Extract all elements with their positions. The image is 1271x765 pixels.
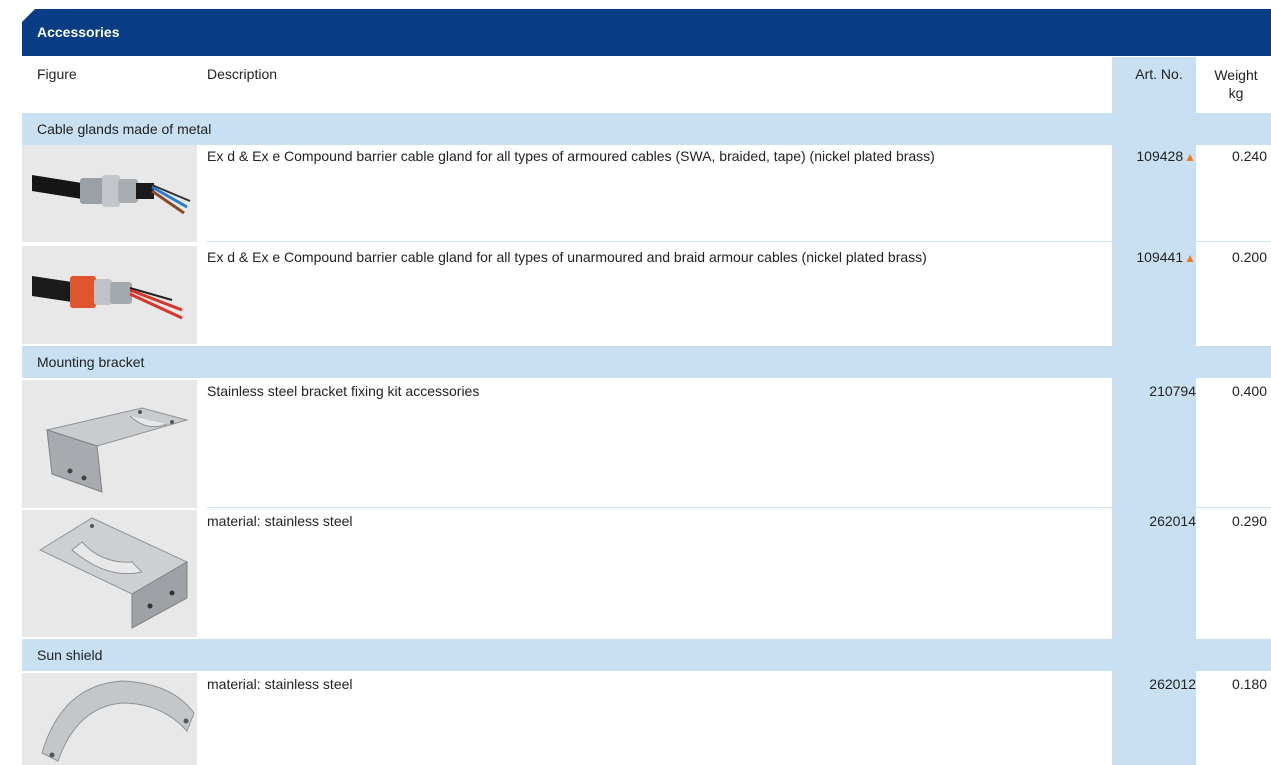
- row-weight: 0.290: [1231, 513, 1267, 529]
- col-weight-label: Weight: [1214, 67, 1258, 83]
- section-sun-shield: Sun shield: [22, 639, 1271, 671]
- cable-gland-armoured-icon: [22, 145, 197, 242]
- mounting-bracket-icon: [22, 380, 197, 508]
- art-no-value: 109441: [1136, 249, 1184, 265]
- section-mounting-bracket: Mounting bracket: [22, 346, 1271, 378]
- table-header-bar: Accessories: [21, 9, 1271, 56]
- row-description: material: stainless steel: [207, 513, 353, 529]
- row-weight: 0.200: [1231, 249, 1267, 265]
- cable-gland-unarmoured-icon: [22, 246, 197, 344]
- row-art-no: 262012: [1149, 676, 1196, 692]
- col-weight: Weight kg: [1205, 66, 1267, 102]
- table-row: material: stainless steel 262012 0.180: [22, 673, 1271, 765]
- row-divider: [207, 241, 1271, 242]
- row-description: Ex d & Ex e Compound barrier cable gland…: [207, 249, 927, 265]
- table-title: Accessories: [37, 24, 120, 40]
- table-row: Ex d & Ex e Compound barrier cable gland…: [22, 246, 1271, 344]
- section-title: Mounting bracket: [37, 354, 145, 370]
- art-no-value: 109428: [1136, 148, 1184, 164]
- row-art-no: 262014: [1149, 513, 1196, 529]
- row-description: material: stainless steel: [207, 676, 353, 692]
- row-art-no: 109428▲: [1122, 145, 1196, 166]
- table-row: Stainless steel bracket fixing kit acces…: [22, 380, 1271, 508]
- column-headers: Figure Description Art. No. Weight kg: [22, 57, 1271, 112]
- section-cable-glands: Cable glands made of metal: [22, 113, 1271, 145]
- col-figure: Figure: [37, 66, 77, 82]
- col-description: Description: [207, 66, 278, 82]
- mounting-bracket-angled-icon: [22, 510, 197, 637]
- row-art-no: 109441▲: [1122, 246, 1196, 267]
- row-description: Stainless steel bracket fixing kit acces…: [207, 383, 480, 399]
- row-weight: 0.180: [1231, 676, 1267, 692]
- table-row: material: stainless steel 262014 0.290: [22, 510, 1271, 637]
- section-title: Cable glands made of metal: [37, 121, 212, 137]
- table-row: Ex d & Ex e Compound barrier cable gland…: [22, 145, 1271, 242]
- col-weight-unit: kg: [1228, 85, 1244, 101]
- row-art-no: 210794: [1149, 383, 1196, 399]
- new-marker-icon: ▲: [1184, 251, 1196, 265]
- sun-shield-icon: [22, 673, 197, 765]
- new-marker-icon: ▲: [1184, 150, 1196, 164]
- section-title: Sun shield: [37, 647, 103, 663]
- col-art-no: Art. No.: [1135, 66, 1183, 82]
- row-description: Ex d & Ex e Compound barrier cable gland…: [207, 148, 935, 164]
- row-weight: 0.240: [1231, 148, 1267, 164]
- row-weight: 0.400: [1231, 383, 1267, 399]
- accessories-page: { "header": { "title": "Accessories" }, …: [0, 0, 1271, 765]
- row-divider: [207, 507, 1271, 508]
